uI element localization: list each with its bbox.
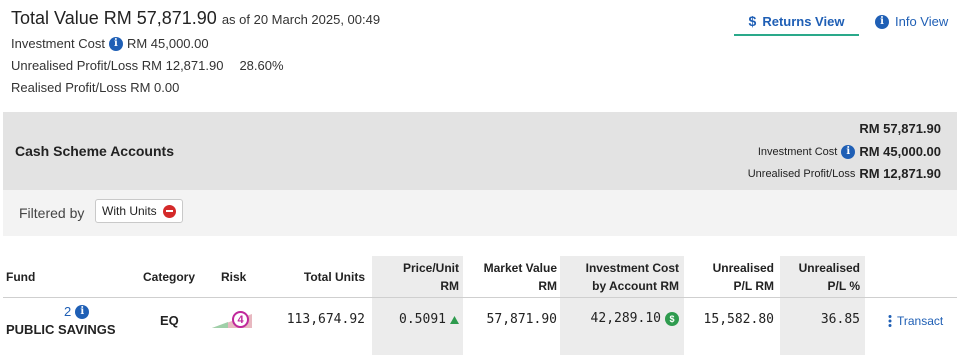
col-header-market-line1: Market Value bbox=[483, 261, 557, 275]
total-units-cell: 113,674.92 bbox=[286, 312, 365, 327]
transact-label: Transact bbox=[897, 314, 944, 328]
account-title: Cash Scheme Accounts bbox=[15, 143, 174, 159]
col-header-cost-line2: by Account RM bbox=[592, 279, 679, 293]
col-header-risk[interactable]: Risk bbox=[221, 268, 246, 286]
info-view-tab[interactable]: i Info View bbox=[875, 14, 948, 29]
table-row: 2 i PUBLIC SAVINGS EQ 4 113,674.92 0.509… bbox=[0, 298, 959, 355]
unrealised-rm-cell: 15,582.80 bbox=[703, 312, 774, 327]
info-icon[interactable]: i bbox=[108, 36, 123, 51]
cost-breakdown-icon[interactable]: $ bbox=[665, 311, 679, 326]
account-cost-label: Investment Cost bbox=[757, 145, 838, 158]
investment-cost-value: 42,289.10 bbox=[590, 311, 661, 326]
unrealised-label: Unrealised Profit/Loss RM 12,871.90 bbox=[11, 58, 224, 73]
account-unrealised-value: RM 12,871.90 bbox=[859, 166, 941, 181]
realised-row: Realised Profit/Loss RM 0.00 bbox=[11, 80, 179, 95]
investment-cost-row: Investment Cost i RM 45,000.00 bbox=[11, 36, 209, 51]
account-cost-row: Investment Cost i RM 45,000.00 bbox=[758, 144, 941, 159]
account-total: RM 57,871.90 bbox=[859, 121, 941, 136]
price-value: 0.5091 bbox=[399, 312, 446, 327]
price-up-icon bbox=[450, 315, 459, 324]
info-icon: i bbox=[875, 14, 889, 29]
price-cell: 0.5091 bbox=[372, 312, 459, 327]
col-header-fund[interactable]: Fund bbox=[6, 268, 35, 286]
col-header-unrealised-pct[interactable]: Unrealised P/L % bbox=[780, 259, 860, 295]
dollar-icon: $ bbox=[748, 13, 757, 29]
col-header-upl-line2: P/L RM bbox=[733, 279, 774, 293]
realised-label: Realised Profit/Loss RM 0.00 bbox=[11, 80, 180, 95]
info-view-label: Info View bbox=[895, 14, 949, 29]
unrealised-row: Unrealised Profit/Loss RM 12,871.90 28.6… bbox=[11, 58, 284, 73]
col-header-price-line1: Price/Unit bbox=[402, 261, 459, 275]
col-header-total-units[interactable]: Total Units bbox=[270, 268, 365, 286]
col-header-price-line2: RM bbox=[440, 279, 459, 293]
total-value-label: Total Value RM 57,871.90 bbox=[11, 8, 217, 28]
investment-cost-label: Investment Cost bbox=[11, 36, 105, 51]
fund-count-group: 2 i bbox=[64, 304, 90, 319]
kebab-menu-icon bbox=[888, 315, 892, 327]
col-header-price[interactable]: Price/Unit RM bbox=[372, 259, 459, 295]
col-header-market-line2: RM bbox=[538, 279, 557, 293]
col-header-uplp-line1: Unrealised bbox=[798, 261, 860, 275]
col-header-market-value[interactable]: Market Value RM bbox=[463, 259, 557, 295]
account-unrealised-label: Unrealised Profit/Loss bbox=[747, 167, 856, 180]
col-header-investment-cost[interactable]: Investment Cost by Account RM bbox=[560, 259, 679, 295]
info-icon[interactable]: i bbox=[841, 144, 856, 159]
account-total-row: RM 57,871.90 bbox=[859, 121, 941, 136]
fund-name[interactable]: PUBLIC SAVINGS bbox=[6, 322, 116, 337]
col-header-category[interactable]: Category bbox=[143, 268, 195, 286]
filter-chip[interactable]: With Units bbox=[95, 199, 183, 223]
market-value-cell: 57,871.90 bbox=[486, 312, 557, 327]
account-unrealised-row: Unrealised Profit/Loss RM 12,871.90 bbox=[748, 166, 941, 181]
filter-chip-label: With Units bbox=[102, 204, 157, 218]
risk-indicator: 4 bbox=[212, 311, 256, 329]
returns-view-tab[interactable]: $ Returns View bbox=[734, 13, 859, 36]
fund-count[interactable]: 2 bbox=[64, 304, 71, 319]
col-header-unrealised-rm[interactable]: Unrealised P/L RM bbox=[684, 259, 774, 295]
fund-category: EQ bbox=[160, 313, 179, 328]
risk-level-badge: 4 bbox=[232, 311, 249, 328]
returns-view-label: Returns View bbox=[762, 13, 845, 29]
filter-label: Filtered by bbox=[19, 205, 85, 221]
investment-cost-cell: 42,289.10 $ bbox=[560, 311, 679, 326]
total-value-heading: Total Value RM 57,871.90 as of 20 March … bbox=[11, 8, 380, 29]
account-cost-value: RM 45,000.00 bbox=[859, 144, 941, 159]
unrealised-pct-cell: 36.85 bbox=[820, 312, 860, 327]
col-header-uplp-line2: P/L % bbox=[827, 279, 860, 293]
investment-cost-value: RM 45,000.00 bbox=[126, 36, 209, 51]
unrealised-percent: 28.60% bbox=[239, 58, 284, 73]
as-of-timestamp: as of 20 March 2025, 00:49 bbox=[221, 12, 381, 27]
info-icon[interactable]: i bbox=[75, 304, 90, 319]
col-header-cost-line1: Investment Cost bbox=[585, 261, 679, 275]
transact-button[interactable]: Transact bbox=[888, 314, 943, 328]
col-header-upl-line1: Unrealised bbox=[712, 261, 774, 275]
remove-filter-icon[interactable] bbox=[162, 204, 176, 218]
